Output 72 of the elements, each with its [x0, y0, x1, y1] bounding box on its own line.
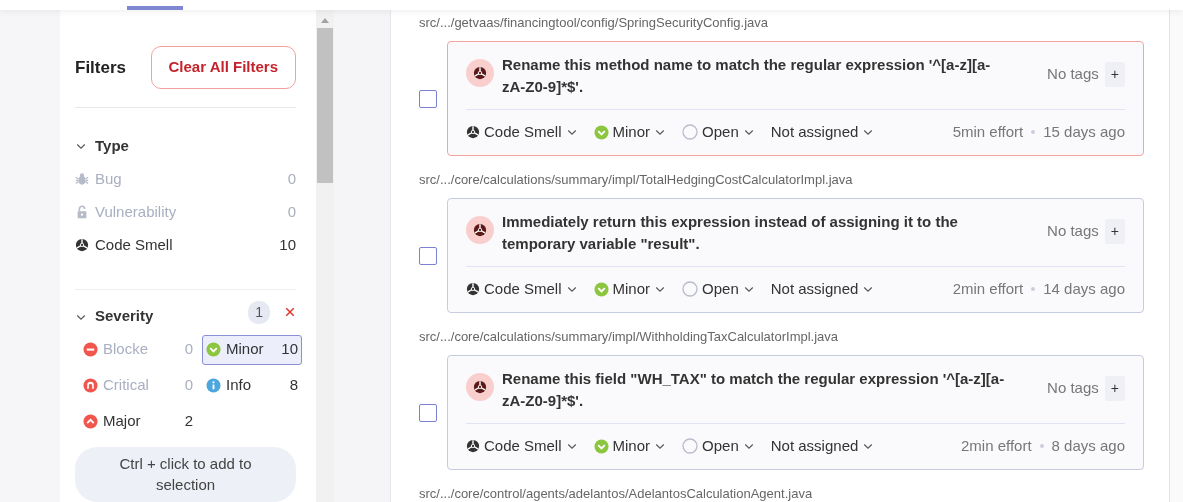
scrollbar[interactable]	[316, 10, 334, 502]
filters-title: Filters	[75, 56, 127, 79]
type-dropdown[interactable]: Code Smell	[466, 277, 578, 301]
issue-checkbox[interactable]	[419, 403, 437, 422]
file-path: src/.../core/calculations/summary/impl/WithholdingTaxCalculatorImpl.java	[419, 328, 840, 346]
age-text: 15 days ago	[1043, 121, 1125, 142]
minus-circle-icon	[83, 342, 98, 358]
empty-circle-icon	[682, 281, 699, 297]
issue-card[interactable]: Rename this field "WH_TAX" to match the regular expression '^[a-z][a-zA-Z0-9]*$'. No tags + Code Smell Minor Open Not assigned 2min effort 8 days ago	[447, 355, 1144, 470]
selected-count-badge: 1	[248, 300, 270, 324]
age-text: 8 days ago	[1051, 435, 1125, 456]
add-tag-button[interactable]: +	[1104, 376, 1125, 401]
facet-header[interactable]: Type	[75, 129, 296, 163]
issue-message[interactable]: Rename this method name to match the regular expression '^[a-z][a-zA-Z0-9]*$'.	[502, 54, 1007, 98]
severity-dropdown[interactable]: Minor	[593, 277, 667, 301]
critical-icon	[83, 378, 98, 394]
tab-indicator	[127, 6, 183, 10]
effort-text: 5min effort	[952, 121, 1024, 142]
issue-message[interactable]: Immediately return this expression instead of assigning it to the temporary variable "result".	[502, 211, 1007, 255]
hazard-icon	[466, 125, 480, 139]
type-dropdown[interactable]: Code Smell	[466, 120, 578, 144]
check-circle-icon	[593, 438, 609, 454]
empty-circle-icon	[682, 438, 699, 454]
hazard-icon	[466, 439, 480, 453]
issue-checkbox[interactable]	[419, 89, 437, 108]
hazard-icon	[466, 216, 494, 244]
status-dropdown[interactable]: Open	[682, 277, 755, 301]
effort-text: 2min effort	[952, 278, 1024, 299]
facet-header[interactable]: Severity	[75, 298, 154, 335]
hazard-icon	[466, 59, 494, 87]
status-dropdown[interactable]: Open	[682, 434, 755, 458]
status-dropdown[interactable]: Open	[682, 120, 755, 144]
severity-option[interactable]: Info 8	[202, 370, 302, 401]
issue-checkbox[interactable]	[419, 246, 437, 265]
chevron-up-circle-icon	[83, 414, 98, 430]
file-path: src/.../core/calculations/summary/impl/TotalHedgingCostCalculatorImpl.java	[419, 171, 854, 189]
hazard-icon	[466, 373, 494, 401]
severity-dropdown[interactable]: Minor	[593, 120, 667, 144]
clear-filters-button[interactable]: Clear All Filters	[150, 46, 296, 89]
assignee-dropdown[interactable]: Not assigned	[770, 434, 875, 458]
effort-text: 2min effort	[961, 435, 1032, 456]
info-icon	[206, 378, 221, 394]
close-icon[interactable]	[284, 306, 296, 319]
assignee-dropdown[interactable]: Not assigned	[770, 277, 875, 301]
check-circle-icon	[593, 281, 609, 297]
file-path: src/.../core/control/agents/adelantos/AdelantosCalculationAgent.java	[419, 485, 814, 502]
add-tag-button[interactable]: +	[1104, 219, 1125, 244]
hint-text: Ctrl + click to add to selection	[75, 446, 296, 502]
severity-option[interactable]: Major 2	[79, 406, 197, 437]
hazard-icon	[466, 282, 480, 296]
check-circle-icon	[206, 342, 221, 358]
tags-label: No tags	[1047, 64, 1099, 85]
bug-icon	[75, 172, 89, 187]
tags-label: No tags	[1047, 221, 1099, 242]
issue-card[interactable]: Rename this method name to match the regular expression '^[a-z][a-zA-Z0-9]*$'. No tags + Code Smell Minor Open Not assigned 5min effort 15 days ago	[447, 41, 1144, 156]
age-text: 14 days ago	[1043, 278, 1125, 299]
tags-label: No tags	[1047, 378, 1099, 399]
scrollbar-thumb[interactable]	[317, 28, 333, 183]
assignee-dropdown[interactable]: Not assigned	[770, 120, 875, 144]
empty-circle-icon	[682, 124, 699, 140]
facet-item[interactable]: Code Smell 10	[75, 228, 296, 262]
severity-dropdown[interactable]: Minor	[593, 434, 667, 458]
issue-message[interactable]: Rename this field "WH_TAX" to match the regular expression '^[a-z][a-zA-Z0-9]*$'.	[502, 368, 1007, 412]
file-path: src/.../getvaas/financingtool/config/SpringSecurityConfig.java	[419, 14, 770, 32]
scroll-up-icon[interactable]	[320, 16, 330, 24]
add-tag-button[interactable]: +	[1104, 62, 1125, 87]
issue-card[interactable]: Immediately return this expression instead of assigning it to the temporary variable "result". No tags + Code Smell Minor Open Not assigned 2min effort 14 days ago	[447, 198, 1144, 313]
hazard-icon	[75, 238, 89, 253]
type-dropdown[interactable]: Code Smell	[466, 434, 578, 458]
check-circle-icon	[593, 124, 609, 140]
unlocked-padlock-icon	[75, 205, 89, 220]
severity-option[interactable]: Minor 10	[202, 334, 302, 365]
